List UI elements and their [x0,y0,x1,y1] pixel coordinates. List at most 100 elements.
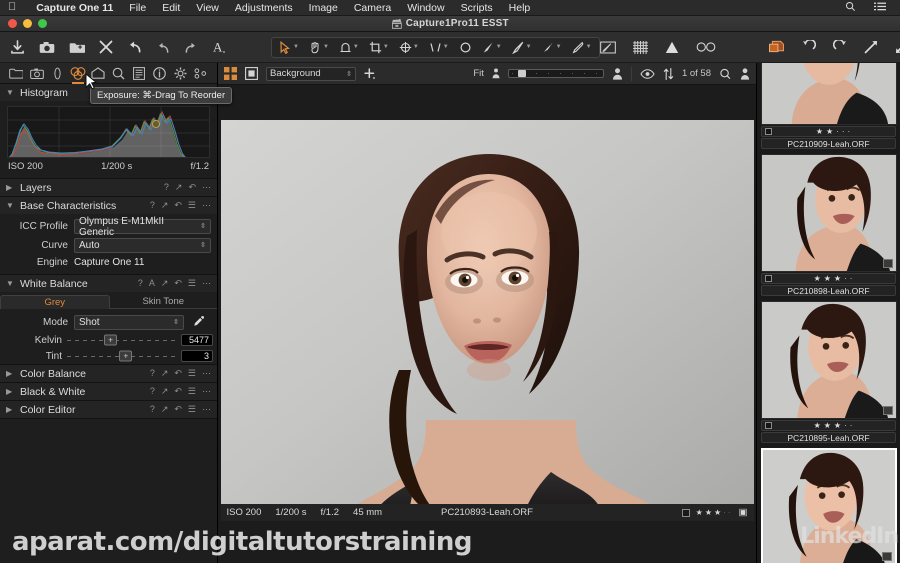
redo-icon[interactable] [184,41,198,54]
tint-slider[interactable] [67,350,176,362]
add-variant-icon[interactable] [364,67,376,80]
help-icon[interactable]: ? [150,201,155,210]
black-and-white-section-header[interactable]: ▶ Black & White ? ↗ ↶ ☰ ⋯ [0,383,217,400]
crop-tool[interactable]: ▼ [364,39,394,56]
more-options-icon[interactable]: ⋯ [202,387,211,396]
list-item[interactable]: ★★★·· PC210898-Leah.ORF [757,152,900,299]
proof-preview-icon[interactable] [599,41,616,54]
spot-removal-tool[interactable] [454,39,477,56]
keystone-tool[interactable]: ▼ [424,39,454,56]
zoom-slider[interactable] [507,69,604,78]
menu-adjustments[interactable]: Adjustments [227,2,301,14]
auto-adjust-icon[interactable]: ↗ [161,387,169,396]
thumbnail-select-checkbox[interactable] [765,128,772,135]
layers-section-header[interactable]: ▶ Layers ? ↗ ↶ ⋯ [0,179,217,196]
reset-icon[interactable]: ↶ [188,183,196,192]
thumbnail-stars[interactable]: ★★★·· [777,274,892,283]
menu-help[interactable]: Help [501,2,539,14]
image-select-checkbox[interactable] [681,508,690,517]
pan-tool[interactable]: ▼ [304,39,334,56]
menu-view[interactable]: View [188,2,227,14]
crop-mask-tool[interactable]: ▼ [334,39,364,56]
rotate-tool[interactable]: ▼ [394,39,424,56]
rotate-right-icon[interactable] [832,40,847,54]
base-characteristics-section-header[interactable]: ▼ Base Characteristics ? ↗ ↶ ☰ ⋯ [0,197,217,214]
grid-view-icon[interactable] [224,67,237,80]
exposure-warning-icon[interactable] [665,41,679,54]
more-options-icon[interactable]: ⋯ [202,279,211,288]
thumbnail-rating-row[interactable]: ★★··· [761,126,896,137]
auto-adjust-icon[interactable]: ↗ [161,405,169,414]
image-star-rating[interactable]: ★★★·· [696,508,733,517]
menu-image[interactable]: Image [301,2,346,14]
pointer-tool[interactable]: ▼ [274,39,304,56]
zoom-in-person-icon[interactable] [612,67,623,80]
menu-scripts[interactable]: Scripts [453,2,501,14]
details-tab[interactable] [109,63,130,84]
text-tool-icon[interactable]: A [212,40,226,54]
help-icon[interactable]: ? [150,387,155,396]
help-icon[interactable]: ? [138,279,143,288]
erase-mask-brush-tool[interactable]: ▼ [507,39,537,56]
capture-camera-icon[interactable] [39,41,55,54]
menu-edit[interactable]: Edit [154,2,188,14]
process-recipe-icon[interactable] [768,40,785,54]
menu-camera[interactable]: Camera [346,2,399,14]
reset-icon[interactable]: ↶ [174,279,182,288]
focus-mask-icon[interactable] [696,42,716,52]
library-tab[interactable] [6,63,27,84]
single-view-icon[interactable] [245,67,258,80]
color-editor-section-header[interactable]: ▶ Color Editor ? ↗ ↶ ☰ ⋯ [0,401,217,418]
collapse-icon[interactable] [895,40,900,54]
gradient-mask-tool[interactable]: ▼ [537,39,567,56]
main-image-frame[interactable]: ISO 200 1/200 s f/1.2 45 mm PC210893-Lea… [220,120,754,521]
chevron-right-icon[interactable]: ▶ [6,183,15,192]
kelvin-slider[interactable] [67,334,176,346]
zoom-slider-knob[interactable] [517,70,526,77]
auto-adjust-icon[interactable]: ↗ [161,279,169,288]
tool-panel-scroll-area[interactable]: ▼ Histogram ? ⋯ [0,84,217,563]
list-item[interactable]: ★★··· PC210909-Leah.ORF [757,63,900,152]
import-images-icon[interactable] [10,39,25,55]
thumbnail-stars[interactable]: ★★··· [777,127,892,136]
delete-icon[interactable] [99,40,113,54]
reset-icon[interactable]: ↶ [174,387,182,396]
presets-menu-icon[interactable]: ☰ [188,405,196,414]
menu-window[interactable]: Window [399,2,452,14]
help-icon[interactable]: ? [150,369,155,378]
new-album-icon[interactable] [69,41,85,54]
reset-icon[interactable]: ↶ [174,201,182,210]
zoom-fit-label[interactable]: Fit [473,68,484,79]
reset-icon[interactable]: ↶ [174,405,182,414]
presets-menu-icon[interactable]: ☰ [188,201,196,210]
capture-tab[interactable] [27,63,48,84]
auto-adjust-icon[interactable]: ↗ [161,369,169,378]
presets-menu-icon[interactable]: ☰ [188,387,196,396]
sort-icon[interactable] [663,67,674,80]
heal-brush-tool[interactable]: ▼ [567,39,597,56]
auto-adjust-icon[interactable]: ↗ [175,183,183,192]
presets-menu-icon[interactable]: ☰ [188,369,196,378]
redo-back-icon[interactable] [156,41,170,54]
tint-value[interactable]: 3 [181,350,213,362]
tab-grey[interactable]: Grey [0,295,110,309]
color-balance-section-header[interactable]: ▶ Color Balance ? ↗ ↶ ☰ ⋯ [0,365,217,382]
thumbnail-rating-row[interactable]: ★★★·· [761,273,896,284]
more-options-icon[interactable]: ⋯ [202,369,211,378]
thumbnail-image[interactable] [761,154,897,272]
wb-mode-select[interactable]: Shot ⇳ [74,315,184,330]
more-options-icon[interactable]: ⋯ [202,201,211,210]
chevron-right-icon[interactable]: ▶ [6,405,15,414]
apple-menu-icon[interactable]:  [8,2,16,13]
reset-icon[interactable]: ↶ [174,369,182,378]
lens-tab[interactable] [47,63,68,84]
main-photo[interactable] [220,120,754,521]
metadata-tab[interactable] [150,63,171,84]
menu-file[interactable]: File [121,2,154,14]
chevron-down-icon[interactable]: ▼ [6,279,15,288]
menu-capture-one-11[interactable]: Capture One 11 [28,2,121,14]
kelvin-value[interactable]: 5477 [181,334,213,346]
help-icon[interactable]: ? [164,183,169,192]
icc-profile-select[interactable]: Olympus E-M1MkII Generic ⇳ [74,216,211,238]
draw-mask-brush-tool[interactable]: ▼ [477,39,507,56]
